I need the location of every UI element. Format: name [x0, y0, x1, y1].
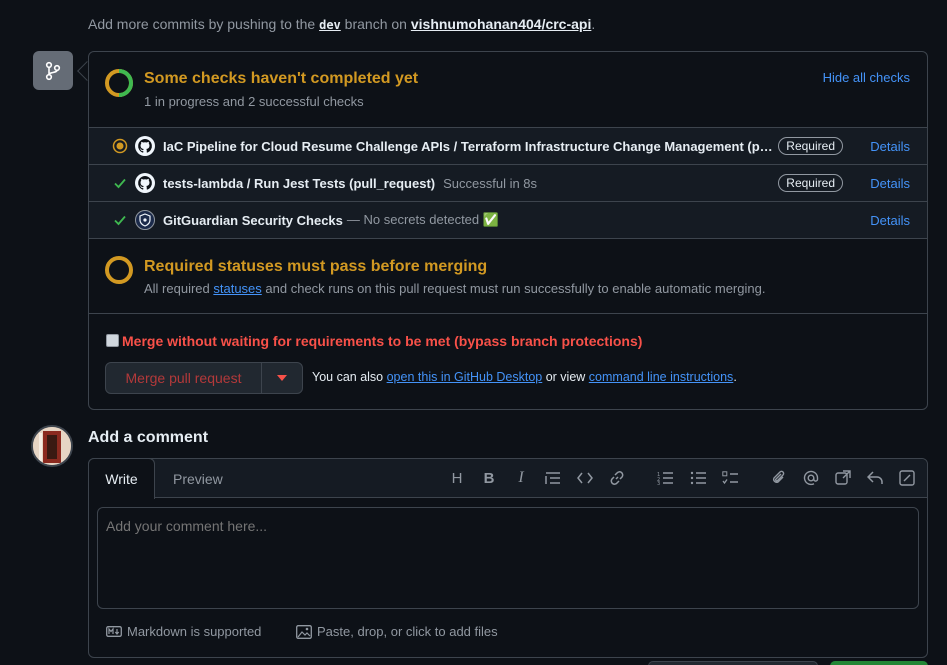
merge-also-prefix: You can also — [312, 370, 387, 384]
required-badge: Required — [778, 137, 843, 155]
cross-reference-icon[interactable] — [834, 469, 852, 487]
check-name[interactable]: tests-lambda / Run Jest Tests (pull_requ… — [163, 176, 435, 191]
bypass-checkbox[interactable] — [106, 334, 119, 347]
push-notice-prefix: Add more commits by pushing to the — [88, 16, 320, 32]
add-files-button[interactable]: Paste, drop, or click to add files — [296, 624, 498, 639]
add-comment-title: Add a comment — [88, 429, 209, 446]
check-success-icon — [105, 212, 135, 228]
check-row: tests-lambda / Run Jest Tests (pull_requ… — [89, 165, 927, 202]
task-list-icon[interactable] — [721, 469, 739, 487]
code-icon[interactable] — [576, 469, 594, 487]
details-link[interactable]: Details — [870, 213, 910, 228]
merge-options-dropdown[interactable] — [262, 363, 302, 393]
reply-icon[interactable] — [866, 469, 884, 487]
link-icon[interactable] — [608, 469, 626, 487]
required-badge: Required — [778, 174, 843, 192]
check-name[interactable]: GitGuardian Security Checks — [163, 213, 343, 228]
git-branch-icon — [33, 51, 73, 90]
merge-box: Some checks haven't completed yet 1 in p… — [88, 51, 928, 410]
close-pull-request-button[interactable] — [648, 661, 818, 665]
italic-icon[interactable]: I — [512, 469, 530, 487]
caret-down-icon — [277, 375, 287, 381]
heading-icon[interactable]: H — [448, 469, 466, 487]
bypass-label[interactable]: Merge without waiting for requirements t… — [122, 333, 642, 349]
merge-also-text: You can also open this in GitHub Desktop… — [312, 370, 737, 384]
bold-icon[interactable]: B — [480, 469, 498, 487]
open-github-desktop-link[interactable]: open this in GitHub Desktop — [387, 370, 543, 384]
github-icon — [135, 173, 155, 193]
push-notice: Add more commits by pushing to the dev b… — [88, 16, 595, 32]
check-description: — No secrets detected ✅ — [346, 212, 499, 227]
github-icon — [135, 136, 155, 156]
comment-editor: Write Preview H B I 123 Markdown is supp… — [88, 458, 928, 658]
checks-header: Some checks haven't completed yet 1 in p… — [89, 52, 927, 128]
check-row: GitGuardian Security Checks — No secrets… — [89, 202, 927, 239]
hide-all-checks-link[interactable]: Hide all checks — [823, 70, 910, 85]
details-link[interactable]: Details — [870, 176, 910, 191]
in-progress-icon — [105, 138, 135, 154]
required-text-before: All required — [144, 281, 214, 296]
gitguardian-icon — [135, 210, 155, 230]
command-line-instructions-link[interactable]: command line instructions — [589, 370, 734, 384]
push-notice-suffix: . — [591, 16, 596, 32]
markdown-icon — [106, 626, 122, 637]
check-name[interactable]: IaC Pipeline for Cloud Resume Challenge … — [163, 139, 775, 154]
attach-icon[interactable] — [770, 469, 788, 487]
required-title: Required statuses must pass before mergi… — [144, 258, 488, 275]
details-link[interactable]: Details — [870, 139, 910, 154]
tab-preview[interactable]: Preview — [173, 471, 223, 487]
merge-also-end: . — [733, 370, 737, 384]
ordered-list-icon[interactable]: 123 — [656, 469, 674, 487]
required-pending-icon — [104, 255, 134, 285]
repo-link[interactable]: vishnumohanan404/crc-api — [411, 16, 592, 32]
checks-title: Some checks haven't completed yet — [144, 70, 419, 87]
avatar[interactable] — [31, 425, 73, 467]
branch-name[interactable]: dev — [319, 18, 341, 32]
check-row: IaC Pipeline for Cloud Resume Challenge … — [89, 128, 927, 165]
merge-or-view: or view — [542, 370, 589, 384]
checks-subtitle: 1 in progress and 2 successful checks — [144, 94, 364, 109]
push-notice-middle: branch on — [340, 16, 411, 32]
divider — [89, 313, 927, 314]
checks-pending-icon — [104, 68, 134, 98]
required-text: All required statuses and check runs on … — [144, 281, 765, 296]
unordered-list-icon[interactable] — [689, 469, 707, 487]
check-description: Successful in 8s — [443, 175, 538, 191]
markdown-supported[interactable]: Markdown is supported — [106, 624, 261, 639]
image-icon — [296, 624, 312, 639]
add-files-label: Paste, drop, or click to add files — [317, 624, 498, 639]
merge-pull-request-button[interactable]: Merge pull request — [106, 363, 262, 393]
quote-icon[interactable] — [544, 469, 562, 487]
statuses-link[interactable]: statuses — [213, 281, 261, 296]
check-success-icon — [105, 175, 135, 191]
tab-write[interactable]: Write — [88, 458, 155, 499]
required-text-after: and check runs on this pull request must… — [261, 281, 766, 296]
editor-toolbar: Write Preview H B I 123 — [88, 458, 927, 499]
merge-button-group: Merge pull request — [105, 362, 303, 394]
comment-textarea[interactable] — [97, 507, 919, 609]
svg-text:3: 3 — [657, 481, 660, 485]
comment-submit-button[interactable] — [830, 661, 928, 665]
mention-icon[interactable] — [802, 469, 820, 487]
fullscreen-icon[interactable] — [898, 469, 916, 487]
markdown-label: Markdown is supported — [127, 624, 262, 639]
